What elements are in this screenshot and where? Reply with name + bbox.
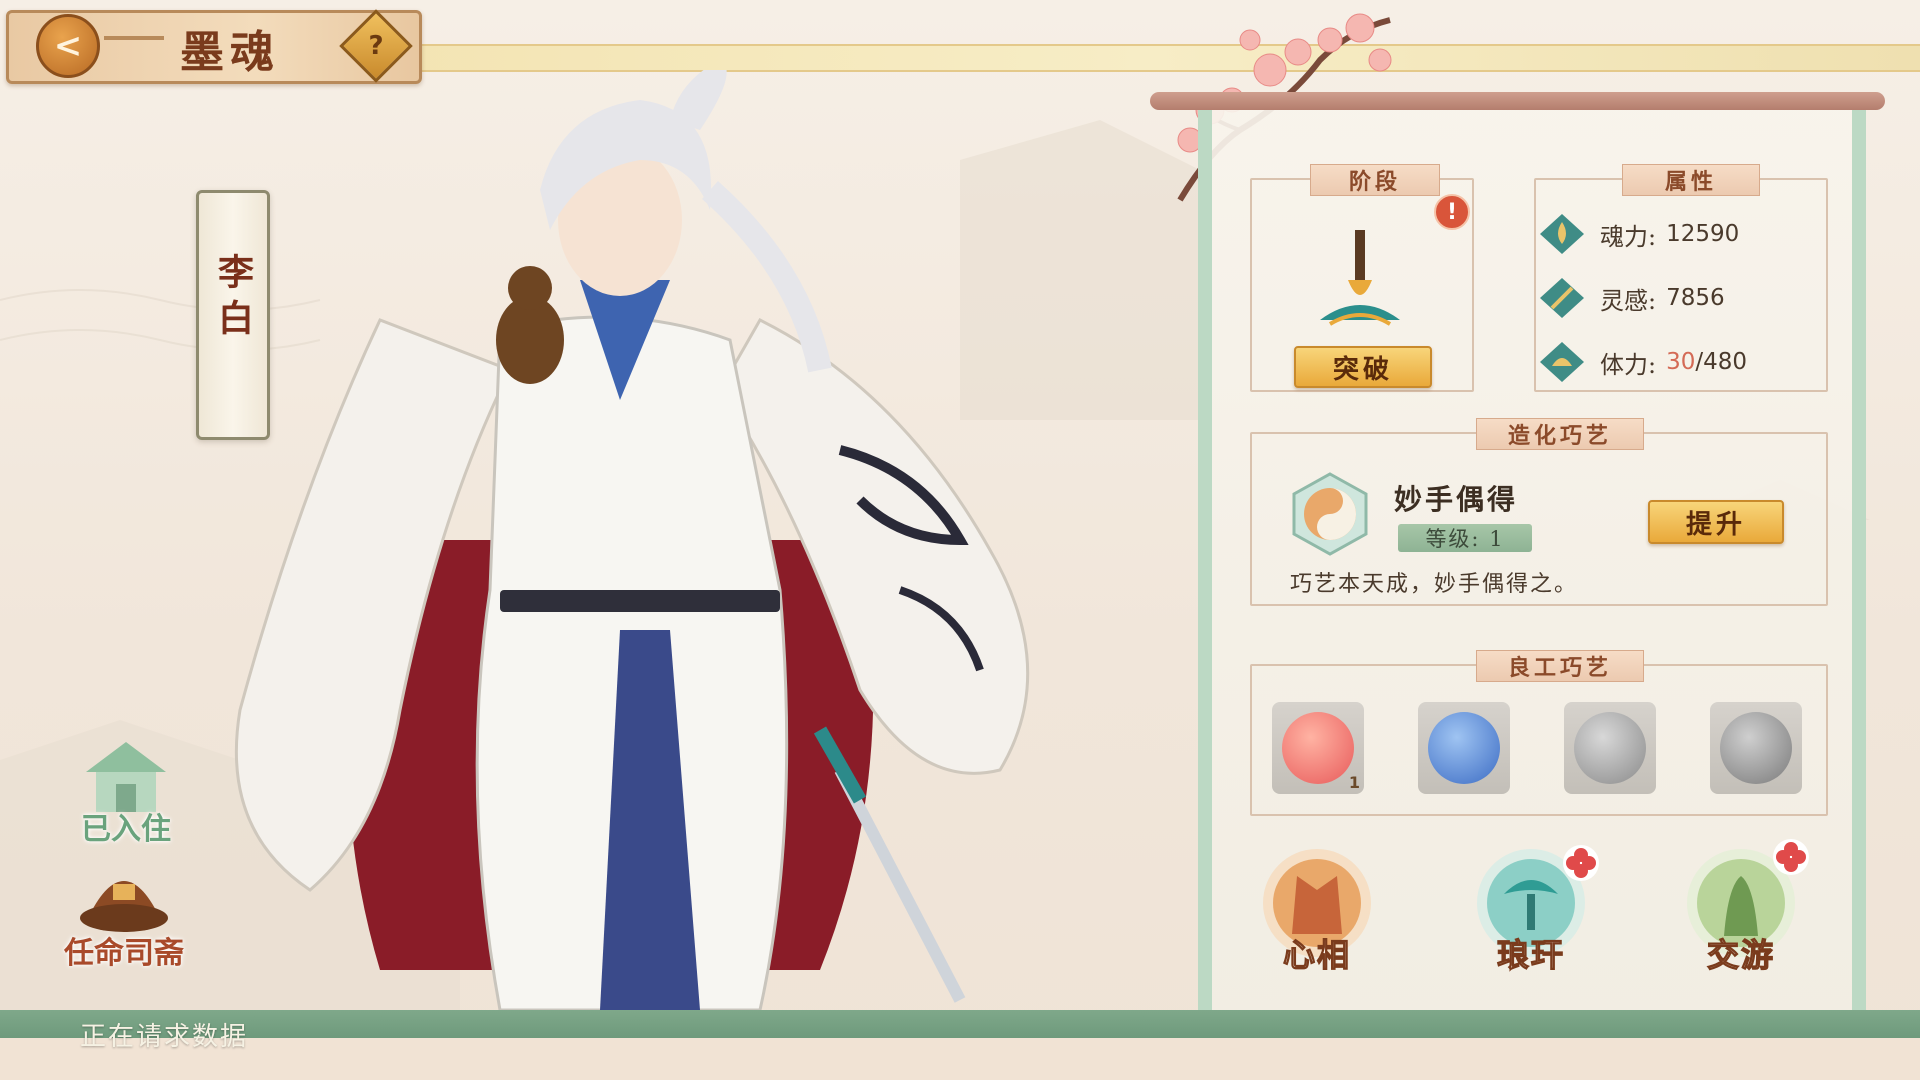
craft-slot-3[interactable] bbox=[1564, 702, 1656, 794]
skill-description: 巧艺本天成，妙手偶得之。 bbox=[1290, 572, 1579, 597]
stage-tag: 阶段 bbox=[1310, 164, 1440, 196]
breakthrough-button[interactable]: 突破 bbox=[1294, 346, 1432, 388]
appoint-button[interactable]: 任命司斋 bbox=[54, 856, 194, 972]
attribute-soul-power: 魂力: 12590 bbox=[1538, 212, 1739, 256]
fine-craft-tag: 良工巧艺 bbox=[1476, 650, 1644, 682]
social-label: 交游 bbox=[1706, 935, 1775, 974]
residence-button[interactable]: 已入住 bbox=[56, 732, 196, 848]
panel-top-bar bbox=[1150, 92, 1885, 110]
craft-slot-1[interactable]: 1 bbox=[1272, 702, 1364, 794]
loading-status: 正在请求数据 bbox=[80, 1022, 249, 1052]
langgan-label: 琅玕 bbox=[1496, 935, 1565, 974]
gray-coin-craft-icon bbox=[1720, 712, 1792, 784]
inspiration-value: 7856 bbox=[1666, 285, 1725, 311]
soul-power-icon bbox=[1540, 214, 1584, 254]
attribute-inspiration: 灵感: 7856 bbox=[1538, 276, 1725, 320]
top-bar: < 墨魂 ? bbox=[0, 0, 1920, 84]
attribute-stamina: 体力: 30/480 bbox=[1538, 340, 1747, 384]
skill-name: 妙手偶得 bbox=[1394, 483, 1519, 516]
blue-craft-icon bbox=[1428, 712, 1500, 784]
back-arrow-icon: < bbox=[53, 26, 83, 66]
craft-slot-1-count: 1 bbox=[1348, 773, 1360, 792]
red-craft-icon bbox=[1282, 712, 1354, 784]
creation-craft-tag: 造化巧艺 bbox=[1476, 418, 1644, 450]
help-icon: ? bbox=[368, 31, 384, 61]
stage-alert-badge[interactable]: ! bbox=[1434, 194, 1470, 230]
inspiration-brush-icon bbox=[1540, 278, 1584, 318]
back-button[interactable]: < bbox=[36, 14, 100, 78]
appearance-label: 心相 bbox=[1282, 935, 1351, 974]
soul-power-value: 12590 bbox=[1666, 221, 1740, 247]
soul-power-label: 魂力: bbox=[1600, 222, 1657, 251]
red-clover-badge-icon bbox=[1773, 839, 1809, 875]
stamina-max: /480 bbox=[1695, 349, 1748, 375]
feature-social[interactable]: 交游 bbox=[1676, 839, 1809, 986]
feature-langgan[interactable]: 琅玕 bbox=[1466, 845, 1599, 986]
attributes-tag: 属性 bbox=[1622, 164, 1760, 196]
appoint-label: 任命司斋 bbox=[64, 936, 184, 971]
gray-cloud-craft-icon bbox=[1574, 712, 1646, 784]
character-portrait bbox=[234, 70, 1030, 1010]
yin-yang-skill-icon bbox=[1292, 472, 1368, 556]
feature-appearance[interactable]: 心相 bbox=[1252, 846, 1382, 986]
title-decoration bbox=[104, 36, 164, 40]
stamina-current: 30 bbox=[1666, 349, 1696, 375]
status-strip bbox=[0, 1010, 1920, 1038]
stamina-value: 30/480 bbox=[1666, 349, 1747, 375]
stage-brush-icon bbox=[1320, 230, 1400, 326]
inspiration-label: 灵感: bbox=[1600, 286, 1657, 315]
skill-level-badge: 等级: 1 bbox=[1398, 524, 1532, 552]
craft-slot-2[interactable] bbox=[1418, 702, 1510, 794]
bottom-band bbox=[0, 1038, 1920, 1080]
red-clover-badge-icon bbox=[1563, 845, 1599, 881]
stamina-icon bbox=[1540, 342, 1584, 382]
stamina-label: 体力: bbox=[1600, 350, 1657, 379]
craft-slot-4[interactable] bbox=[1710, 702, 1802, 794]
upgrade-button[interactable]: 提升 bbox=[1648, 500, 1784, 544]
